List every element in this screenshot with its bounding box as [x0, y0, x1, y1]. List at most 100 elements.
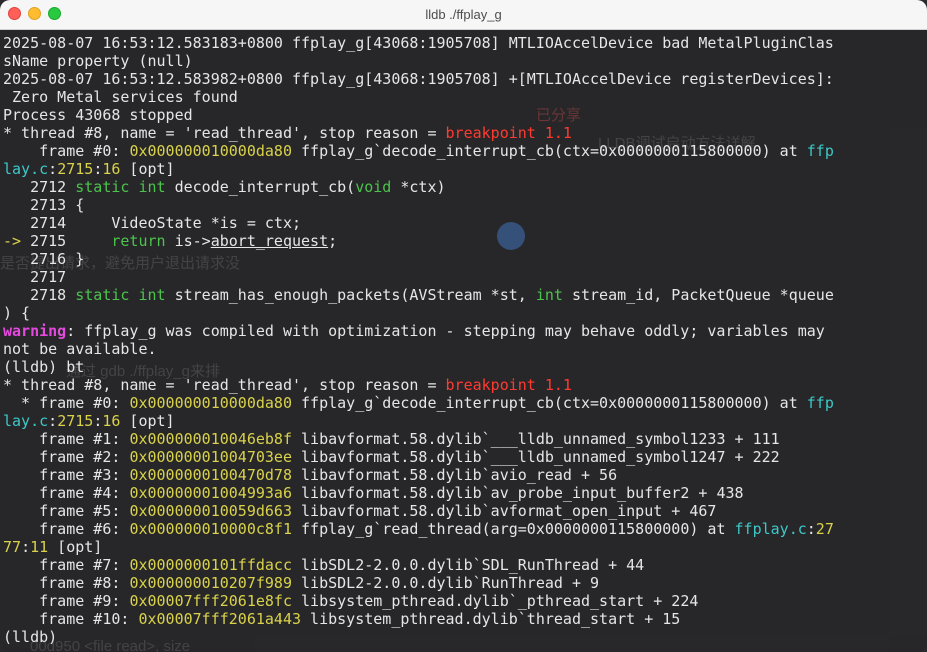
terminal-text-segment: frame #3: — [3, 466, 130, 484]
terminal-text-segment: frame #4: — [3, 484, 130, 502]
terminal-line: 2025-08-07 16:53:12.583982+0800 ffplay_g… — [3, 70, 925, 88]
terminal-text-segment: frame #8: — [3, 574, 130, 592]
terminal-text-segment: frame #9: — [3, 592, 130, 610]
terminal-line: not be available. — [3, 340, 925, 358]
terminal-text-segment: ffplay_g`read_thread(arg=0x0000000115800… — [292, 520, 735, 538]
terminal-line: * thread #8, name = 'read_thread', stop … — [3, 376, 925, 394]
terminal-text-segment: libavformat.58.dylib`avio_read + 56 — [292, 466, 618, 484]
title-bar[interactable]: lldb ./ffplay_g — [0, 0, 927, 30]
terminal-text-segment: lay.c — [3, 160, 49, 178]
terminal-text-segment: lay.c — [3, 412, 49, 430]
terminal-text-segment: : — [93, 160, 103, 178]
terminal-text-segment: static int — [75, 286, 166, 304]
terminal-text-segment: libavformat.58.dylib`av_probe_input_buff… — [292, 484, 744, 502]
terminal-text-segment: 0x00000001004993a6 — [129, 484, 292, 502]
terminal-line: 2716 } — [3, 250, 925, 268]
terminal-text-segment: frame #6: — [3, 520, 130, 538]
terminal-text-segment: frame #0: — [3, 142, 130, 160]
terminal-text-segment: libavformat.58.dylib`___lldb_unnamed_sym… — [292, 448, 780, 466]
terminal-text-segment: [opt] — [120, 160, 175, 178]
terminal-text-segment: : — [21, 538, 31, 556]
terminal-line: Zero Metal services found — [3, 88, 925, 106]
terminal-line: lay.c:2715:16 [opt] — [3, 412, 925, 430]
terminal-lines: 2025-08-07 16:53:12.583183+0800 ffplay_g… — [3, 34, 925, 646]
terminal-text-segment: 0x000000010000da80 — [129, 142, 292, 160]
terminal-text-segment: frame #10: — [3, 610, 139, 628]
terminal-text-segment: decode_interrupt_cb( — [165, 178, 356, 196]
terminal-text-segment: 16 — [102, 160, 121, 178]
terminal-text-segment: warning — [3, 322, 67, 340]
terminal-text-segment: frame #1: — [3, 430, 130, 448]
terminal-line: 2712 static int decode_interrupt_cb(void… — [3, 178, 925, 196]
terminal-line: (lldb) bt — [3, 358, 925, 376]
terminal-text-segment: (lldb) bt — [3, 358, 85, 376]
terminal-text-segment: 2025-08-07 16:53:12.583982+0800 ffplay_g… — [3, 70, 834, 88]
terminal-text-segment: 2715 — [30, 232, 112, 250]
terminal-text-segment: ) { — [3, 304, 31, 322]
terminal-text-segment: sName property (null) — [3, 52, 193, 70]
terminal-line: Process 43068 stopped — [3, 106, 925, 124]
terminal-text-segment: 2715 — [57, 160, 94, 178]
terminal-text-segment: libsystem_pthread.dylib`thread_start + 1… — [301, 610, 681, 628]
terminal-text-segment: frame #2: — [3, 448, 130, 466]
terminal-text-segment: libavformat.58.dylib`avformat_open_input… — [292, 502, 717, 520]
terminal-line: ) { — [3, 304, 925, 322]
terminal-text-segment: not be available. — [3, 340, 157, 358]
terminal-line: sName property (null) — [3, 52, 925, 70]
terminal-text-segment: 0x00007fff2061e8fc — [129, 592, 292, 610]
terminal-text-segment: libSDL2-2.0.0.dylib`SDL_RunThread + 44 — [292, 556, 645, 574]
terminal-text-segment: libavformat.58.dylib`___lldb_unnamed_sym… — [292, 430, 780, 448]
terminal-text-segment: * thread #8, name = 'read_thread', stop … — [3, 124, 446, 142]
terminal-text-segment: 2713 { — [3, 196, 85, 214]
terminal-text-segment: breakpoint 1.1 — [445, 376, 572, 394]
terminal-line: 77:11 [opt] — [3, 538, 925, 556]
terminal-text-segment: 2714 VideoState *is = ctx; — [3, 214, 302, 232]
terminal-text-segment: ffplay.c — [734, 520, 807, 538]
terminal-line: -> 2715 return is->abort_request; — [3, 232, 925, 250]
terminal-line: (lldb) — [3, 628, 925, 646]
terminal-line: 2713 { — [3, 196, 925, 214]
terminal-line: 2718 static int stream_has_enough_packet… — [3, 286, 925, 304]
terminal-line: frame #7: 0x0000000101ffdacc libSDL2-2.0… — [3, 556, 925, 574]
terminal-text-segment: 77 — [3, 538, 22, 556]
terminal-text-segment: ; — [328, 232, 338, 250]
terminal-line: warning: ffplay_g was compiled with opti… — [3, 322, 925, 340]
terminal-text-segment: static int — [75, 178, 166, 196]
terminal-text-segment: ffp — [806, 142, 834, 160]
terminal-text-segment: return — [111, 232, 166, 250]
terminal-text-segment: 2716 } — [3, 250, 85, 268]
terminal-text-segment: -> — [3, 232, 31, 250]
terminal-text-segment: ffp — [806, 394, 834, 412]
terminal-text-segment: breakpoint 1.1 — [445, 124, 572, 142]
terminal-line: frame #3: 0x0000000100470d78 libavformat… — [3, 466, 925, 484]
terminal-output[interactable]: LLDB调试启动方法详解 是否提出请求，避免用户退出请求没 通过 gdb ./f… — [0, 30, 927, 652]
terminal-text-segment: Process 43068 stopped — [3, 106, 193, 124]
terminal-line: frame #5: 0x000000010059d663 libavformat… — [3, 502, 925, 520]
terminal-text-segment: frame #7: — [3, 556, 130, 574]
terminal-text-segment: 2025-08-07 16:53:12.583183+0800 ffplay_g… — [3, 34, 834, 52]
terminal-line: * frame #0: 0x000000010000da80 ffplay_g`… — [3, 394, 925, 412]
terminal-text-segment: * frame #0: — [3, 394, 130, 412]
terminal-text-segment: 11 — [30, 538, 49, 556]
terminal-text-segment: : ffplay_g was compiled with optimizatio… — [66, 322, 825, 340]
terminal-text-segment: *ctx) — [391, 178, 446, 196]
terminal-text-segment: 0x000000010046eb8f — [129, 430, 292, 448]
terminal-text-segment: [opt] — [48, 538, 103, 556]
terminal-text-segment: 2715 — [57, 412, 94, 430]
terminal-text-segment: 0x0000000101ffdacc — [129, 556, 292, 574]
terminal-text-segment: 27 — [815, 520, 834, 538]
terminal-line: frame #0: 0x000000010000da80 ffplay_g`de… — [3, 142, 925, 160]
terminal-text-segment: stream_has_enough_packets(AVStream *st, — [165, 286, 536, 304]
terminal-text-segment: (lldb) — [3, 628, 58, 646]
terminal-text-segment: : — [48, 412, 58, 430]
window-title: lldb ./ffplay_g — [425, 7, 502, 22]
terminal-text-segment: 16 — [102, 412, 121, 430]
terminal-text-segment: is-> — [165, 232, 211, 250]
terminal-text-segment: abort_request — [210, 232, 329, 250]
terminal-text-segment: 0x000000010000da80 — [129, 394, 292, 412]
terminal-line: frame #4: 0x00000001004993a6 libavformat… — [3, 484, 925, 502]
terminal-line: frame #1: 0x000000010046eb8f libavformat… — [3, 430, 925, 448]
terminal-text-segment: frame #5: — [3, 502, 130, 520]
terminal-text-segment: ffplay_g`decode_interrupt_cb(ctx=0x00000… — [292, 142, 807, 160]
terminal-text-segment: 0x00000001004703ee — [129, 448, 292, 466]
